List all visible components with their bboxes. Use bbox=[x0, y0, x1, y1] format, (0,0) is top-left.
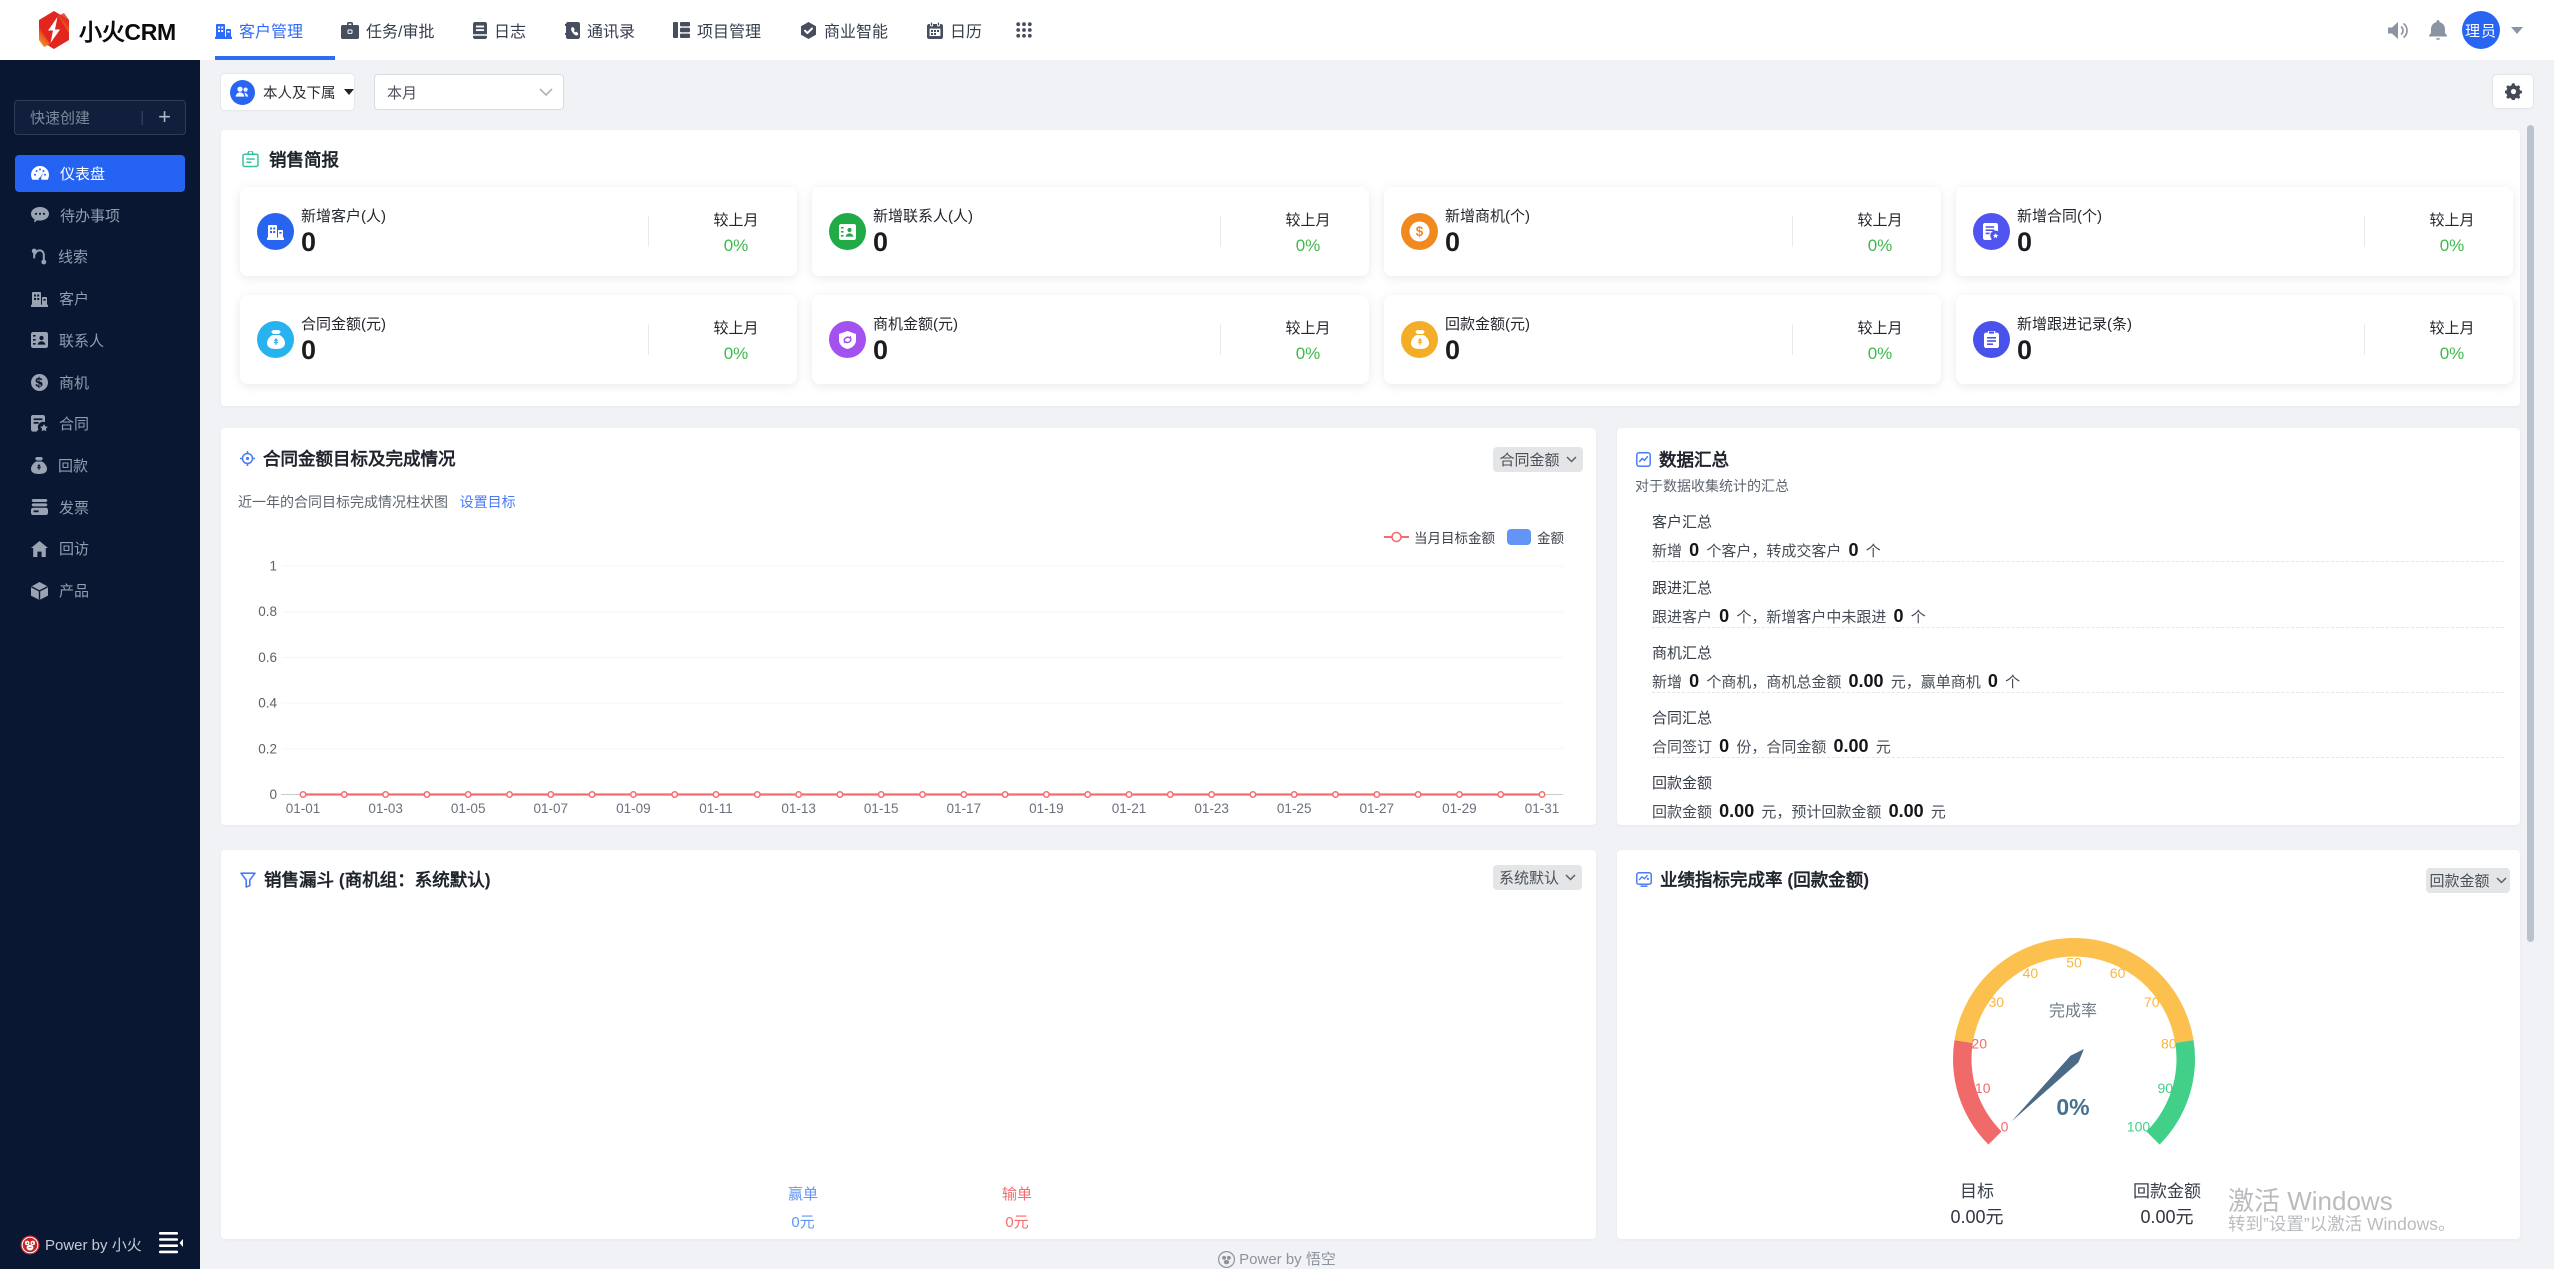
svg-text:50: 50 bbox=[2066, 955, 2082, 971]
svg-text:0.8: 0.8 bbox=[258, 604, 277, 619]
svg-text:10: 10 bbox=[1975, 1080, 1991, 1096]
svg-text:90: 90 bbox=[2158, 1080, 2174, 1096]
svg-text:01-03: 01-03 bbox=[368, 801, 403, 816]
svg-text:0%: 0% bbox=[2056, 1094, 2089, 1120]
svg-text:完成率: 完成率 bbox=[2049, 1002, 2097, 1020]
svg-text:0.4: 0.4 bbox=[258, 696, 277, 711]
svg-text:01-19: 01-19 bbox=[1029, 801, 1064, 816]
svg-text:40: 40 bbox=[2023, 965, 2039, 981]
svg-text:01-21: 01-21 bbox=[1112, 801, 1147, 816]
svg-text:01-29: 01-29 bbox=[1442, 801, 1477, 816]
svg-text:01-09: 01-09 bbox=[616, 801, 651, 816]
svg-text:01-31: 01-31 bbox=[1525, 801, 1560, 816]
svg-text:01-05: 01-05 bbox=[451, 801, 486, 816]
svg-text:1: 1 bbox=[269, 559, 277, 574]
svg-text:01-27: 01-27 bbox=[1360, 801, 1395, 816]
svg-text:0: 0 bbox=[2001, 1119, 2009, 1135]
svg-text:01-25: 01-25 bbox=[1277, 801, 1312, 816]
svg-text:20: 20 bbox=[1971, 1036, 1987, 1052]
svg-text:70: 70 bbox=[2144, 994, 2160, 1010]
svg-text:0.6: 0.6 bbox=[258, 650, 277, 665]
svg-text:01-11: 01-11 bbox=[699, 801, 733, 816]
svg-text:01-01: 01-01 bbox=[286, 801, 321, 816]
svg-text:60: 60 bbox=[2110, 965, 2126, 981]
svg-text:100: 100 bbox=[2127, 1119, 2151, 1135]
svg-text:30: 30 bbox=[1989, 994, 2005, 1010]
svg-text:01-13: 01-13 bbox=[781, 801, 816, 816]
svg-text:01-07: 01-07 bbox=[534, 801, 569, 816]
svg-text:$: $ bbox=[1416, 224, 1424, 239]
svg-text:01-15: 01-15 bbox=[864, 801, 899, 816]
svg-text:0.2: 0.2 bbox=[258, 741, 277, 756]
svg-text:01-17: 01-17 bbox=[947, 801, 982, 816]
svg-text:01-23: 01-23 bbox=[1194, 801, 1229, 816]
svg-text:0: 0 bbox=[269, 787, 277, 802]
svg-text:80: 80 bbox=[2161, 1036, 2177, 1052]
